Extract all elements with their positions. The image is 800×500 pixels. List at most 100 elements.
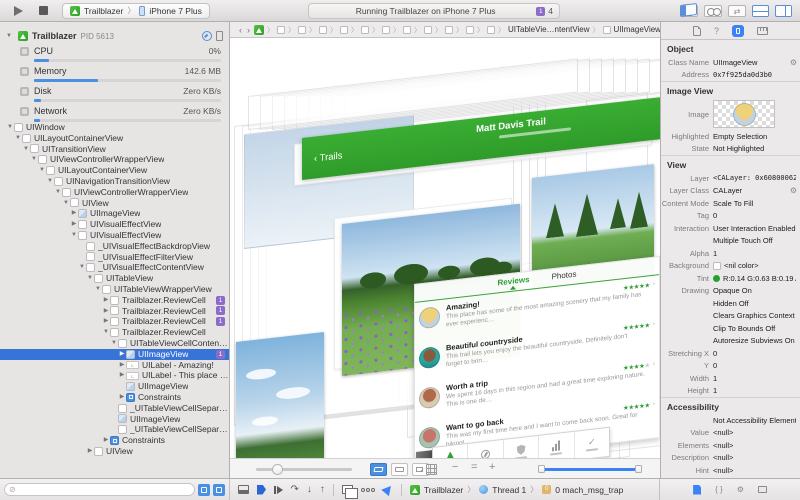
tree-row[interactable]: ▶Trailblazer.ReviewCell1 (0, 295, 229, 306)
toggle-navigator-button[interactable] (680, 3, 697, 17)
media-library-icon[interactable] (758, 486, 767, 493)
step-into-button[interactable]: ↓ (307, 485, 312, 495)
issue-count[interactable]: 4 (548, 6, 553, 16)
zoom-out-button[interactable]: − (452, 461, 458, 473)
tree-row[interactable]: ▼UITableViewWrapperView (0, 284, 229, 295)
breadcrumb-view-icon[interactable] (277, 26, 285, 34)
disclosure-triangle[interactable]: ▼ (14, 133, 22, 144)
tree-row[interactable]: ▶LUILabel - Amazing! (0, 360, 229, 371)
app-tab-checkmark[interactable]: ✓ (575, 428, 609, 458)
disclosure-triangle[interactable]: ▼ (94, 284, 102, 295)
disclosure-triangle[interactable]: ▶ (70, 208, 78, 219)
gauge-row-network[interactable]: NetworkZero KB/s (0, 104, 229, 124)
assistant-editor-button[interactable] (704, 5, 722, 17)
tree-row[interactable]: ▼UIView (0, 198, 229, 209)
zoom-actual-button[interactable]: = (471, 461, 477, 473)
tree-row[interactable]: ▼Trailblazer.ReviewCell (0, 327, 229, 338)
back-button[interactable]: ‹ (238, 25, 243, 35)
disclosure-triangle[interactable]: ▼ (78, 262, 86, 273)
disclosure-triangle[interactable]: ▶ (102, 435, 110, 446)
tree-row[interactable]: ▼_UIVisualEffectContentView (0, 262, 229, 273)
sky-photo-plane[interactable] (236, 332, 324, 458)
filter-option-button-2[interactable] (213, 484, 225, 496)
breakpoints-toggle-button[interactable] (257, 485, 266, 495)
object-library-icon[interactable]: ⚙ (737, 485, 744, 494)
tree-row[interactable]: ▼UILayoutContainerView (0, 165, 229, 176)
tree-row[interactable]: ▶Constraints (0, 435, 229, 446)
size-inspector-icon[interactable] (757, 27, 768, 35)
tree-row[interactable]: UIImageView (0, 414, 229, 425)
tree-row[interactable]: ▶UIImageView (0, 208, 229, 219)
disclosure-triangle[interactable]: ▶ (118, 370, 126, 381)
breadcrumb-view-icon[interactable] (424, 26, 432, 34)
tree-row[interactable]: ▶Constraints (0, 392, 229, 403)
run-button[interactable] (14, 6, 23, 16)
continue-button[interactable] (274, 486, 283, 494)
zoom-in-button[interactable]: + (489, 461, 495, 473)
tree-row[interactable]: ▼UILayoutContainerView (0, 133, 229, 144)
step-over-button[interactable]: ↷ (291, 485, 299, 495)
tree-row[interactable]: ▼UITransitionView (0, 144, 229, 155)
debug-thread[interactable]: Thread 1 (492, 485, 526, 495)
breadcrumb-view-icon[interactable] (487, 26, 495, 34)
profile-icon[interactable] (202, 31, 212, 41)
tree-row[interactable]: ▶Trailblazer.ReviewCell1 (0, 316, 229, 327)
app-icon[interactable] (254, 25, 264, 35)
disclosure-triangle[interactable]: ▶ (118, 349, 126, 360)
tree-row[interactable]: ▶UIVisualEffectView (0, 219, 229, 230)
disclosure-triangle[interactable]: ▶ (70, 219, 78, 230)
breadcrumb-view-icon[interactable] (298, 26, 306, 34)
tree-row[interactable]: _UITableViewCellSeparatorVi… (0, 424, 229, 435)
breadcrumb-view-icon[interactable] (382, 26, 390, 34)
visible-range-slider[interactable] (538, 465, 642, 473)
gauge-row-memory[interactable]: Memory142.6 MB (0, 64, 229, 84)
disclosure-triangle[interactable]: ▼ (38, 165, 46, 176)
tree-row[interactable]: ▼UIViewControllerWrapperView (0, 187, 229, 198)
disclosure-triangle[interactable]: ▶ (118, 392, 126, 403)
disclosure-triangle[interactable]: ▼ (110, 338, 118, 349)
app-tab-bar-chart[interactable] (539, 432, 574, 458)
simulate-location-button[interactable] (381, 483, 394, 496)
spacing-slider[interactable] (256, 468, 352, 471)
gear-icon[interactable]: ⚙ (790, 58, 797, 67)
filter-option-button[interactable] (198, 484, 210, 496)
file-inspector-icon[interactable] (693, 26, 701, 36)
filter-input[interactable]: ⊘ (4, 483, 195, 496)
app-tab-shield[interactable] (504, 436, 539, 458)
breadcrumb-view-icon[interactable] (319, 26, 327, 34)
disclosure-triangle[interactable]: ▶ (118, 360, 126, 371)
file-template-library-icon[interactable] (693, 485, 701, 495)
reviews-table-plane[interactable]: Reviews Photos Amazing!★★★★★›This place … (414, 256, 660, 458)
stop-button[interactable] (39, 6, 48, 15)
disclosure-triangle[interactable]: ▼ (62, 198, 70, 209)
mode-3d-button[interactable] (370, 463, 387, 476)
app-tab-location-arrow[interactable]: Near Me (433, 444, 468, 458)
object-inspector-icon[interactable] (732, 25, 744, 37)
mode-2d-button[interactable] (391, 463, 408, 476)
tree-row[interactable]: ▼UITableView (0, 273, 229, 284)
tree-row[interactable]: UIImageView (0, 381, 229, 392)
disclosure-triangle[interactable]: ▶ (86, 446, 94, 456)
show-constraints-button[interactable] (426, 464, 437, 475)
breadcrumb-item-current[interactable]: UIImageView (614, 25, 660, 34)
quick-help-icon[interactable]: ? (714, 26, 719, 36)
disclosure-triangle[interactable]: ▶ (102, 295, 110, 306)
hide-debug-area-button[interactable] (238, 485, 249, 494)
3d-hierarchy-scene[interactable]: ‹ Trails Matt Davis Trail Reviews Photos… (230, 38, 660, 458)
disclosure-triangle[interactable]: ▼ (70, 230, 78, 241)
tree-row[interactable]: ▼UIWindow (0, 122, 229, 133)
disclosure-triangle[interactable]: ▼ (86, 273, 94, 284)
app-tab-compass[interactable] (468, 440, 503, 458)
view-debugger-button[interactable] (342, 485, 353, 494)
tree-row[interactable]: ▶LUILabel - This place has… (0, 370, 229, 381)
tree-row[interactable]: _UIVisualEffectFilterView (0, 252, 229, 263)
tree-row[interactable]: ▼UINavigationTransitionView (0, 176, 229, 187)
tree-row[interactable]: ▶Trailblazer.ReviewCell1 (0, 306, 229, 317)
disclosure-triangle[interactable]: ▶ (102, 306, 110, 317)
tree-row[interactable]: ▼UIVisualEffectView (0, 230, 229, 241)
debug-process[interactable]: Trailblazer (424, 485, 463, 495)
tree-row[interactable]: ▼UIViewControllerWrapperView (0, 154, 229, 165)
range-handle-right[interactable] (635, 465, 642, 473)
disclosure-triangle[interactable]: ▼ (30, 154, 38, 165)
toggle-debug-area-button[interactable] (752, 5, 769, 17)
